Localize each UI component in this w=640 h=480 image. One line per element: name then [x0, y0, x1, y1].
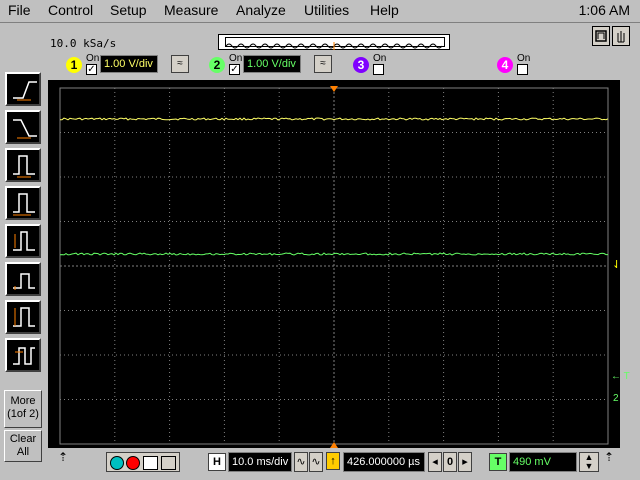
timebase-coarse-icon[interactable]: ∿ — [294, 452, 308, 472]
falling-edge-trigger-icon[interactable] — [5, 110, 41, 144]
timeout-trigger-icon[interactable] — [5, 300, 41, 334]
channel-4-checkbox[interactable] — [517, 64, 528, 75]
clear-all-button[interactable]: Clear All — [4, 430, 42, 462]
trigger-position-bottom-icon — [330, 442, 338, 448]
timebase-fine-icon[interactable]: ∿ — [309, 452, 323, 472]
channel-2-trace — [59, 252, 608, 256]
channel-2-checkbox[interactable]: ✓ — [229, 64, 240, 75]
trigger-position-top-icon — [330, 86, 338, 92]
left-tool-panel: More (1of 2) Clear All — [0, 66, 48, 480]
channel-2-badge[interactable]: 2 — [209, 57, 225, 73]
runt-trigger-icon[interactable] — [5, 262, 41, 296]
channel-1-coupling-icon[interactable]: ≈ — [171, 55, 189, 73]
channel-4-badge[interactable]: 4 — [497, 57, 513, 73]
hand-icon[interactable] — [612, 26, 630, 46]
stop-icon[interactable] — [126, 456, 140, 470]
menu-analyze[interactable]: Analyze — [236, 2, 286, 18]
waveform-overview[interactable] — [218, 34, 450, 50]
clear-all-label: All — [16, 446, 30, 458]
channel-2-ground-marker: 2 — [613, 393, 619, 404]
single-icon[interactable] — [143, 456, 158, 470]
channel-3-checkbox[interactable] — [373, 64, 384, 75]
overview-wave-icon — [225, 42, 443, 50]
channel-1-on-label: On — [86, 53, 100, 64]
trigger-level-marker: ← T — [611, 371, 630, 382]
trigger-level-spinner-icon[interactable]: ▲ ▼ — [579, 452, 599, 472]
horizontal-label[interactable]: H — [208, 453, 226, 471]
channel-1-badge[interactable]: 1 — [66, 57, 82, 73]
channel-3-on-label: On — [373, 53, 387, 64]
pulse-trigger-alt-icon[interactable] — [5, 186, 41, 220]
acquisition-controls — [106, 452, 180, 472]
menu-utilities[interactable]: Utilities — [304, 2, 349, 18]
channel-4-on-label: On — [517, 53, 531, 64]
waveform-svg — [59, 86, 609, 448]
setup-hold-trigger-icon[interactable] — [5, 338, 41, 372]
sample-rate: 10.0 kSa/s — [50, 37, 117, 50]
channel-1-scale[interactable]: 1.00 V/div — [100, 55, 158, 73]
run-icon[interactable] — [110, 456, 124, 470]
channel-1-trace — [60, 117, 609, 121]
menu-help[interactable]: Help — [370, 2, 399, 18]
channel-3-badge[interactable]: 3 — [353, 57, 369, 73]
delay-right-icon[interactable]: ▸ — [458, 452, 472, 472]
channel-1-checkbox[interactable]: ✓ — [86, 64, 97, 75]
channel-2-on-label: On — [229, 53, 243, 64]
delay-left-icon[interactable]: ◂ — [428, 452, 442, 472]
timebase-scale[interactable]: 10.0 ms/div — [228, 452, 292, 472]
menu-file[interactable]: File — [8, 2, 31, 18]
menu-setup[interactable]: Setup — [110, 2, 147, 18]
channel-2-coupling-icon[interactable]: ≈ — [314, 55, 332, 73]
waveform-display[interactable] — [48, 80, 620, 448]
menu-measure[interactable]: Measure — [164, 2, 218, 18]
channel-2-scale[interactable]: 1.00 V/div — [243, 55, 301, 73]
print-icon[interactable] — [161, 456, 176, 470]
trigger-label[interactable]: T — [489, 453, 507, 471]
pulse-width-trigger-icon[interactable] — [5, 148, 41, 182]
more-toolbar-button[interactable]: More (1of 2) — [4, 390, 42, 428]
menu-control[interactable]: Control — [48, 2, 93, 18]
scroll-up-right-icon[interactable]: ⇡ — [604, 450, 614, 464]
trigger-level[interactable]: 490 mV — [509, 452, 577, 472]
scroll-up-left-icon[interactable]: ⇡ — [58, 450, 68, 464]
more-label: More — [10, 395, 36, 407]
glitch-trigger-icon[interactable] — [5, 224, 41, 258]
menu-bar: File Control Setup Measure Analyze Utili… — [0, 0, 640, 23]
clear-label: Clear — [9, 433, 37, 445]
clock: 1:06 AM — [578, 2, 630, 18]
delay-zero-button[interactable]: 0 — [443, 452, 457, 472]
more-page-label: (1of 2) — [7, 408, 39, 420]
rising-edge-trigger-icon[interactable] — [5, 72, 41, 106]
run-stop-icon[interactable] — [592, 26, 610, 46]
channel-1-level-marker-icon: ⇃ — [612, 259, 622, 271]
delay-reference-icon[interactable]: ↑ — [326, 452, 340, 470]
horizontal-delay[interactable]: 426.000000 µs — [343, 452, 425, 472]
